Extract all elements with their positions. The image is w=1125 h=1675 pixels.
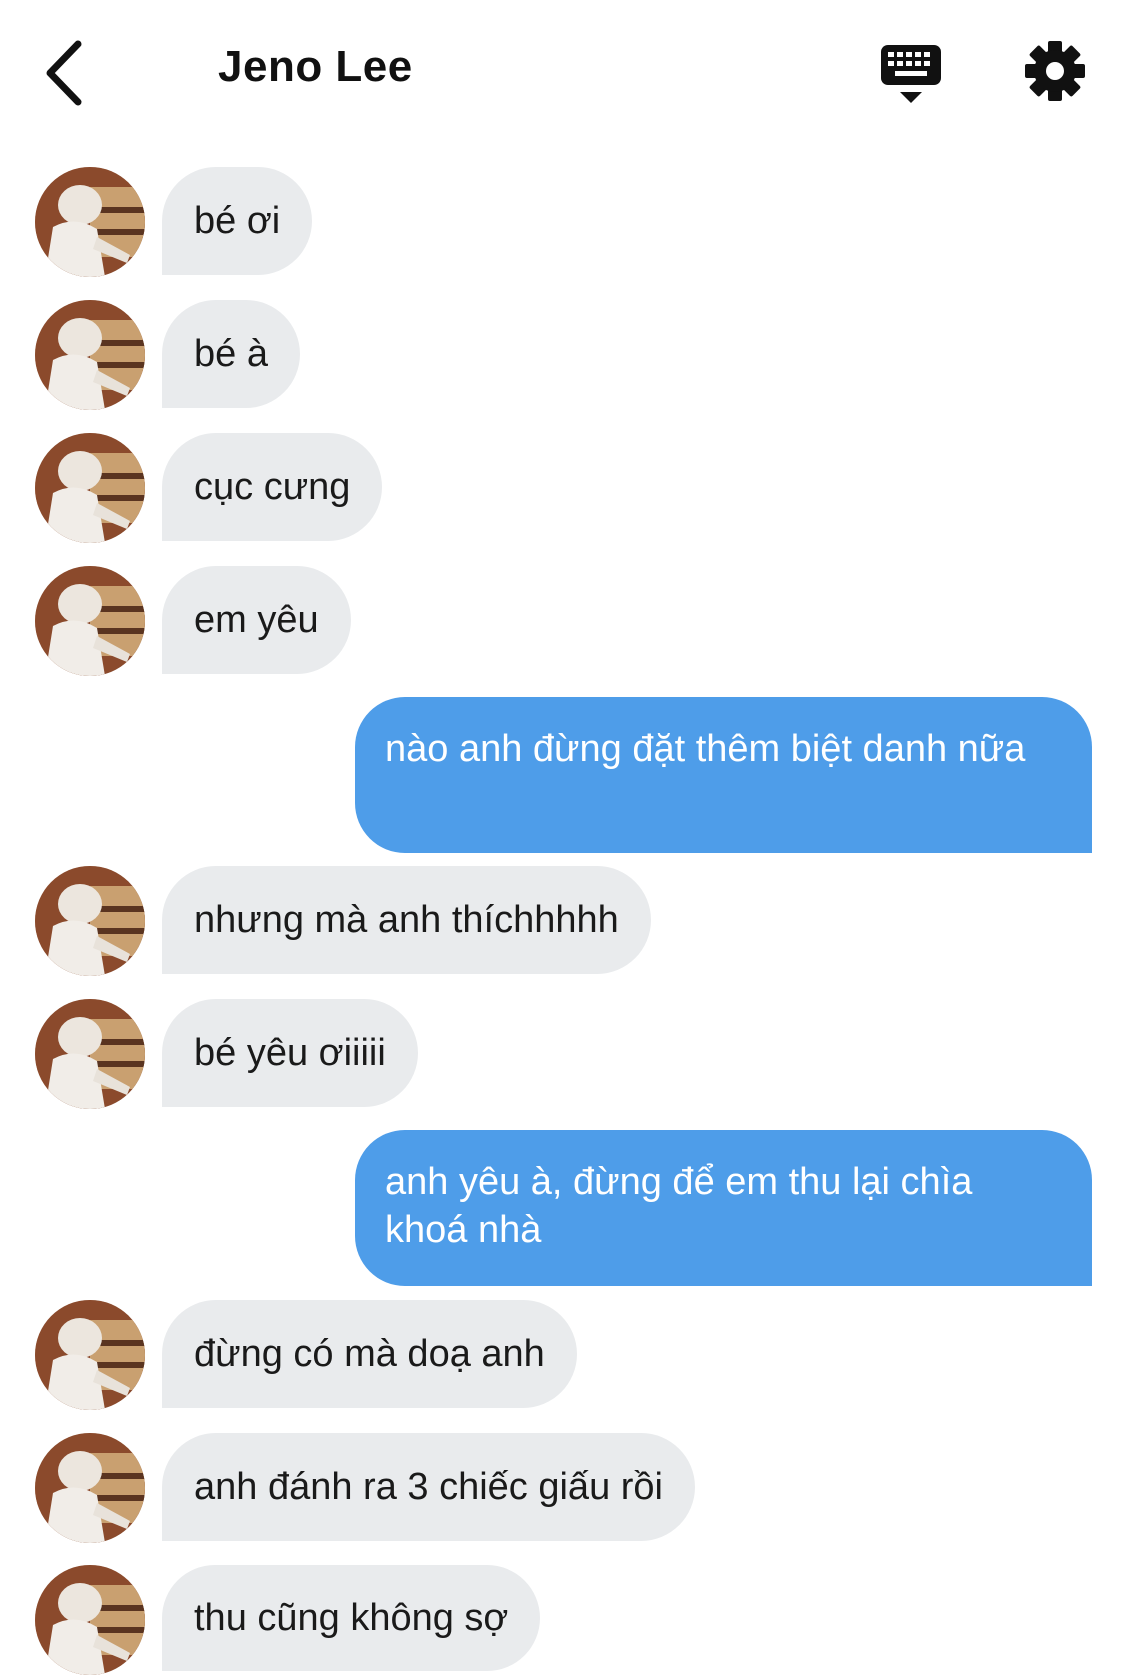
incoming-message-bubble: bé yêu ơiiiii (162, 999, 418, 1107)
avatar-photo (35, 433, 145, 543)
outgoing-message-bubble: anh yêu à, đừng để em thu lại chìa khoá … (355, 1130, 1092, 1286)
avatar[interactable] (35, 866, 145, 976)
avatar[interactable] (35, 999, 145, 1109)
avatar-photo (35, 1433, 145, 1543)
avatar[interactable] (35, 1300, 145, 1410)
incoming-message-bubble: anh đánh ra 3 chiếc giấu rồi (162, 1433, 695, 1541)
avatar[interactable] (35, 566, 145, 676)
avatar-photo (35, 1565, 145, 1675)
avatar[interactable] (35, 167, 145, 277)
avatar-photo (35, 999, 145, 1109)
avatar-photo (35, 167, 145, 277)
incoming-message-bubble: cục cưng (162, 433, 383, 541)
avatar-photo (35, 566, 145, 676)
avatar[interactable] (35, 1433, 145, 1543)
avatar[interactable] (35, 300, 145, 410)
avatar-photo (35, 866, 145, 976)
incoming-message-bubble: bé ơi (162, 167, 313, 275)
avatar-photo (35, 300, 145, 410)
avatar-photo (35, 1300, 145, 1410)
outgoing-message-bubble: nào anh đừng đặt thêm biệt danh nữa (355, 697, 1092, 853)
incoming-message-bubble: đừng có mà doạ anh (162, 1300, 577, 1408)
message-list[interactable]: bé ơi bé à cục cưng em yêu nào anh đừng … (0, 0, 1125, 1675)
incoming-message-bubble: thu cũng không sợ (162, 1565, 541, 1671)
incoming-message-bubble: nhưng mà anh thíchhhhh (162, 866, 651, 974)
avatar[interactable] (35, 1565, 145, 1675)
incoming-message-bubble: bé à (162, 300, 300, 408)
incoming-message-bubble: em yêu (162, 566, 351, 674)
avatar[interactable] (35, 433, 145, 543)
